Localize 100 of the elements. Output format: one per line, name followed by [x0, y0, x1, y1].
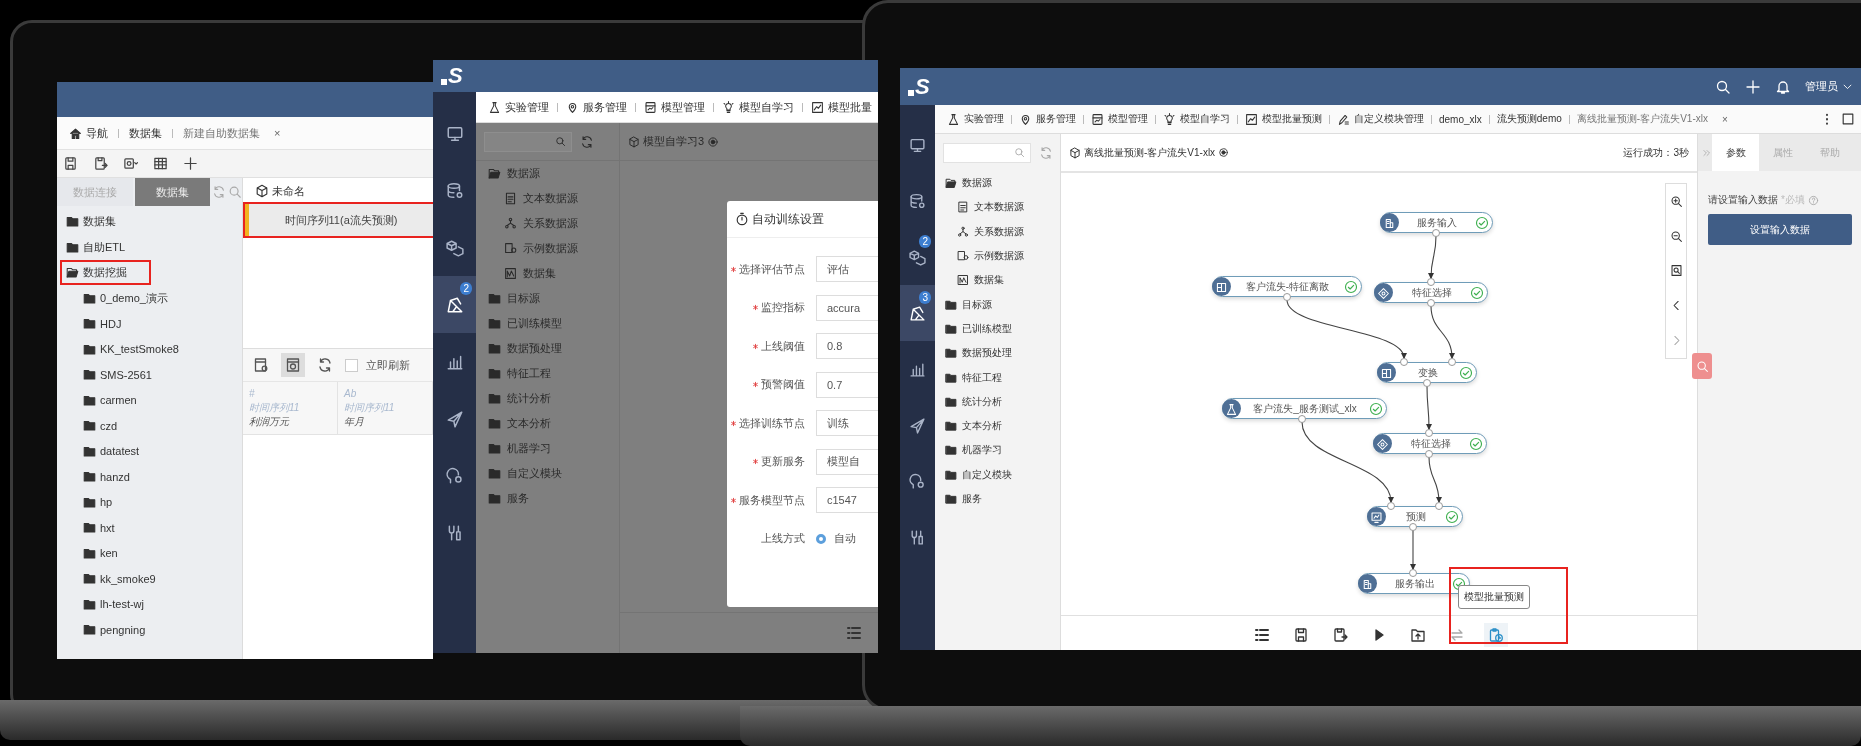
- folder-upload-icon[interactable]: [1410, 627, 1426, 643]
- tree-item[interactable]: pengning: [77, 618, 170, 642]
- input-field[interactable]: 0.8: [816, 333, 878, 360]
- nav-tab[interactable]: 模型批量预测: [1245, 112, 1322, 126]
- tree-item[interactable]: 0_demo_演示: [77, 285, 192, 311]
- connection-port[interactable]: [1448, 358, 1456, 366]
- rail-item[interactable]: 2: [433, 276, 476, 333]
- tree-item[interactable]: 机器学习: [488, 441, 551, 456]
- radio-option[interactable]: 自动: [816, 531, 856, 547]
- tree-item[interactable]: 文本数据源: [957, 200, 1024, 215]
- flow-node[interactable]: 客户流失-特征离散: [1212, 276, 1362, 297]
- user-menu[interactable]: 管理员: [1805, 79, 1853, 94]
- nav-tab[interactable]: 模型自学习: [722, 99, 794, 115]
- nav-tab[interactable]: 模型自学习: [1163, 112, 1230, 126]
- input-field[interactable]: 0.7: [816, 371, 878, 398]
- tree-item[interactable]: czd: [77, 414, 142, 438]
- connection-port[interactable]: [1409, 523, 1417, 531]
- tree-item[interactable]: 已训练模型: [488, 316, 562, 331]
- input-field[interactable]: accura: [816, 294, 878, 321]
- preview-icon[interactable]: [281, 353, 305, 377]
- auto-refresh-checkbox[interactable]: 立即刷新: [345, 357, 410, 373]
- tab[interactable]: 新建自助数据集 ×: [183, 125, 281, 141]
- tree-item[interactable]: 数据源: [488, 166, 540, 181]
- tree-item[interactable]: 特征工程: [488, 366, 551, 381]
- input-field[interactable]: c1547: [816, 487, 878, 514]
- save-as-icon[interactable]: [93, 156, 108, 171]
- tree-item[interactable]: carmen: [77, 388, 161, 412]
- search-field[interactable]: [484, 131, 572, 152]
- save-icon[interactable]: [63, 156, 78, 171]
- tab[interactable]: 数据集: [129, 125, 162, 141]
- nav-tab[interactable]: 模型管理: [644, 99, 705, 115]
- tree-item[interactable]: HDJ: [77, 312, 146, 336]
- connection-port[interactable]: [1423, 379, 1431, 387]
- dataset-item[interactable]: 时间序列11(a流失预测): [245, 204, 433, 236]
- connection-port[interactable]: [1427, 278, 1435, 286]
- save-icon[interactable]: [1293, 627, 1309, 643]
- connection-port[interactable]: [1400, 358, 1408, 366]
- clipboard-clock-icon[interactable]: [1488, 627, 1504, 643]
- flow-node[interactable]: 客户流失_服务测试_xlx: [1222, 398, 1387, 419]
- tree-item[interactable]: lh-test-wj: [77, 592, 168, 616]
- zoom-out-icon[interactable]: [1669, 229, 1683, 243]
- tree-item[interactable]: 数据预处理: [945, 346, 1012, 361]
- connection-port[interactable]: [1409, 569, 1417, 577]
- nav-tab[interactable]: 实验管理: [488, 99, 549, 115]
- tree-item[interactable]: hp: [77, 490, 137, 514]
- tree-item[interactable]: ken: [77, 541, 142, 565]
- panel-tab[interactable]: 参数: [1712, 134, 1759, 171]
- settings-dropdown-icon[interactable]: [123, 156, 138, 171]
- flow-node[interactable]: 特征选择: [1374, 282, 1488, 303]
- tree-item[interactable]: KK_testSmoke8: [77, 337, 203, 361]
- connection-port[interactable]: [1425, 429, 1433, 437]
- nav-tab[interactable]: 模型管理: [1091, 112, 1148, 126]
- flow-node[interactable]: 变换: [1377, 362, 1477, 383]
- tree-item[interactable]: 文本分析: [945, 419, 1002, 434]
- nav-tab[interactable]: 流失预测demo: [1496, 112, 1562, 126]
- search-icon[interactable]: [1715, 78, 1731, 95]
- connection-port[interactable]: [1435, 502, 1443, 510]
- tree-item[interactable]: 文本分析: [488, 416, 551, 431]
- tab[interactable]: 导航: [69, 125, 108, 141]
- tree-item[interactable]: 目标源: [945, 297, 992, 312]
- nav-tab[interactable]: 模型批量: [811, 99, 872, 115]
- flow-node[interactable]: 服务输入: [1380, 212, 1493, 233]
- tree-item[interactable]: hxt: [77, 516, 139, 540]
- tree-item[interactable]: 统计分析: [488, 391, 551, 406]
- tree-item[interactable]: 自定义模块: [945, 467, 1012, 482]
- tree-item[interactable]: 统计分析: [945, 394, 1002, 409]
- bell-icon[interactable]: [1775, 78, 1791, 95]
- nav-tab[interactable]: demo_xlx: [1439, 113, 1482, 125]
- tree-item[interactable]: 示例数据源: [957, 249, 1024, 264]
- nav-tab[interactable]: 服务管理: [1019, 112, 1076, 126]
- nav-tab[interactable]: 自定义模块管理: [1337, 112, 1424, 126]
- tree-item[interactable]: 关系数据源: [957, 224, 1024, 239]
- tree-item[interactable]: 关系数据源: [504, 216, 578, 231]
- list-icon[interactable]: [1254, 627, 1270, 643]
- app-logo[interactable]: S: [441, 63, 463, 89]
- flow-node[interactable]: 特征选择: [1373, 433, 1487, 454]
- rail-item[interactable]: 2: [900, 229, 935, 285]
- tree-item[interactable]: 数据集: [504, 266, 556, 281]
- flow-node[interactable]: 预测: [1367, 506, 1463, 527]
- close-button[interactable]: ×: [274, 127, 281, 139]
- panel-tab[interactable]: 数据集: [134, 178, 210, 206]
- fit-view-icon[interactable]: [1669, 264, 1683, 278]
- input-field[interactable]: 评估: [816, 256, 878, 283]
- table-icon[interactable]: [153, 156, 168, 171]
- connection-port[interactable]: [1432, 229, 1440, 237]
- close-button[interactable]: ×: [1721, 113, 1728, 125]
- refresh-icon[interactable]: [580, 134, 594, 149]
- tree-item[interactable]: 服务: [488, 491, 529, 506]
- tree-item[interactable]: 服务: [945, 492, 982, 506]
- rail-item[interactable]: 3: [900, 285, 935, 341]
- tree-item[interactable]: 文本数据源: [504, 191, 578, 206]
- tree-item[interactable]: 特征工程: [945, 370, 1002, 385]
- nav-tab[interactable]: 离线批量预测-客户流失V1-xlx ×: [1576, 112, 1728, 126]
- tree-item[interactable]: 自助ETL: [60, 234, 150, 260]
- tree-item[interactable]: 数据集: [957, 273, 1004, 288]
- zoom-in-icon[interactable]: [1669, 194, 1683, 208]
- tree-item[interactable]: SMS-2561: [77, 363, 176, 387]
- tree-item[interactable]: hanzd: [77, 465, 154, 489]
- app-logo[interactable]: S: [908, 73, 930, 100]
- tree-item[interactable]: kk_smoke9: [77, 567, 180, 591]
